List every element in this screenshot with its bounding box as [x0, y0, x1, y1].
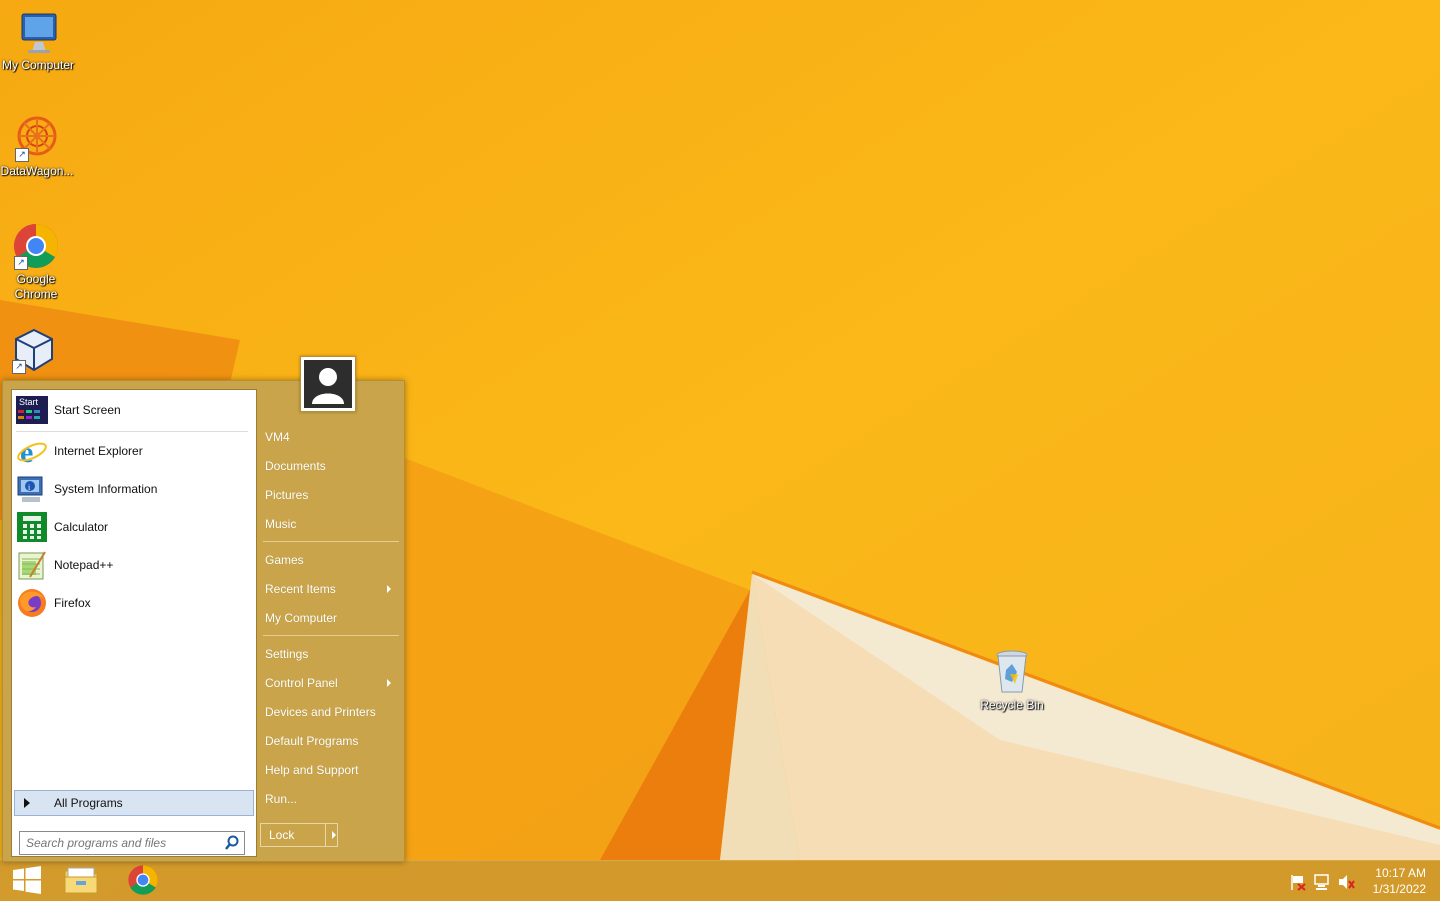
start-right-item-vm4[interactable]: VM4	[265, 426, 397, 448]
desktop-icon-label: Google Chrome	[14, 272, 58, 301]
start-right-item-control-panel[interactable]: Control Panel	[265, 672, 397, 694]
start-item-label: System Information	[54, 482, 158, 496]
search-programs-box[interactable]	[19, 831, 245, 855]
start-right-item-devices-and-printers[interactable]: Devices and Printers	[265, 701, 397, 723]
taskbar-start-button[interactable]	[0, 863, 54, 899]
submenu-arrow-icon	[387, 679, 391, 687]
start-right-item-label: Documents	[265, 459, 326, 473]
menu-separator	[263, 541, 399, 542]
desktop-icon-label: My Computer	[1, 58, 75, 72]
taskbar-chrome[interactable]	[116, 863, 170, 899]
action-center-flag-icon[interactable]	[1289, 873, 1307, 891]
start-menu: Start Start Screen e Internet Explorer i	[2, 380, 405, 862]
system-information-icon: i	[16, 473, 48, 505]
start-item-notepad-plus-plus[interactable]: Notepad++	[16, 548, 252, 582]
start-right-item-pictures[interactable]: Pictures	[265, 484, 397, 506]
start-right-item-label: Default Programs	[265, 734, 359, 748]
taskbar-file-explorer[interactable]	[54, 863, 108, 899]
datawagon-icon: ↗	[13, 114, 61, 162]
shortcut-arrow-icon: ↗	[12, 360, 26, 374]
clock-time: 10:17 AM	[1375, 866, 1426, 880]
start-item-system-information[interactable]: i System Information	[16, 472, 252, 506]
start-right-item-label: Recent Items	[265, 582, 336, 596]
all-programs-label: All Programs	[54, 796, 123, 810]
start-right-item-settings[interactable]: Settings	[265, 643, 397, 665]
start-menu-places-pane: VM4 Documents Pictures Music Games Recen…	[259, 381, 403, 859]
start-menu-programs-pane: Start Start Screen e Internet Explorer i	[11, 389, 257, 857]
submenu-arrow-icon	[387, 585, 391, 593]
start-right-item-label: Music	[265, 517, 297, 531]
clock-date: 1/31/2022	[1372, 882, 1426, 896]
start-item-internet-explorer[interactable]: e Internet Explorer	[16, 434, 252, 469]
notepad-plus-plus-icon	[16, 549, 48, 581]
windows-logo-icon	[12, 865, 42, 897]
folder-icon	[64, 865, 98, 898]
start-right-item-label: Devices and Printers	[265, 705, 376, 719]
desktop-icon-recycle-bin[interactable]: Recycle Bin	[974, 648, 1050, 713]
shortcut-arrow-icon: ↗	[15, 148, 29, 162]
user-account-picture[interactable]	[300, 356, 356, 412]
start-item-label: Notepad++	[54, 558, 114, 572]
start-right-item-my-computer[interactable]: My Computer	[265, 607, 397, 629]
start-right-item-label: Pictures	[265, 488, 309, 502]
taskbar-clock[interactable]: 10:17 AM 1/31/2022	[1356, 865, 1426, 897]
volume-muted-icon[interactable]	[1337, 873, 1355, 891]
user-avatar-icon	[304, 360, 352, 408]
chrome-icon	[127, 864, 159, 899]
start-right-item-help-and-support[interactable]: Help and Support	[265, 759, 397, 781]
lock-label[interactable]: Lock	[261, 824, 325, 846]
all-programs-button[interactable]: All Programs	[14, 790, 254, 816]
internet-explorer-icon: e	[16, 435, 48, 469]
start-item-calculator[interactable]: Calculator	[16, 510, 252, 544]
chrome-icon: ↗	[12, 222, 60, 270]
lock-button: Lock	[260, 823, 338, 847]
start-item-start-screen[interactable]: Start Start Screen	[16, 393, 252, 427]
start-right-item-default-programs[interactable]: Default Programs	[265, 730, 397, 752]
shutdown-options-arrow-icon[interactable]	[325, 824, 337, 846]
start-right-item-label: Settings	[265, 647, 309, 661]
start-item-label: Start Screen	[54, 403, 121, 417]
start-right-item-label: Run...	[265, 792, 298, 806]
desktop-icon-my-computer[interactable]: My Computer	[0, 8, 76, 73]
calculator-icon	[16, 511, 48, 543]
start-screen-icon-text: Start	[19, 397, 39, 407]
start-right-item-label: Control Panel	[265, 676, 338, 690]
computer-icon	[14, 8, 62, 56]
start-item-label: Internet Explorer	[54, 444, 143, 458]
recycle-bin-icon	[988, 648, 1036, 696]
start-item-label: Calculator	[54, 520, 109, 534]
desktop-icon-label: Recycle Bin	[980, 698, 1044, 712]
start-item-label: Firefox	[54, 596, 91, 610]
start-screen-icon: Start	[16, 394, 48, 426]
pinned-separator	[16, 431, 248, 432]
desktop-icon-virtualbox[interactable]: ↗	[0, 326, 72, 376]
taskbar: 10:17 AM 1/31/2022	[0, 860, 1440, 901]
start-right-item-recent-items[interactable]: Recent Items	[265, 578, 397, 600]
desktop-icon-label: DataWagon...	[0, 164, 74, 178]
start-right-item-music[interactable]: Music	[265, 513, 397, 535]
virtualbox-icon: ↗	[10, 326, 58, 374]
search-icon[interactable]	[223, 834, 241, 852]
network-icon[interactable]	[1313, 873, 1331, 891]
start-right-item-label: VM4	[265, 430, 290, 444]
start-item-firefox[interactable]: Firefox	[16, 586, 252, 620]
desktop-icon-datawagon[interactable]: ↗ DataWagon...	[0, 114, 75, 179]
expand-arrow-icon	[24, 798, 30, 808]
start-right-item-run[interactable]: Run...	[265, 788, 397, 810]
firefox-icon	[16, 587, 48, 619]
desktop-icon-google-chrome[interactable]: ↗ Google Chrome	[0, 222, 74, 302]
start-right-item-games[interactable]: Games	[265, 549, 397, 571]
start-right-item-label: Games	[265, 553, 304, 567]
start-right-item-label: My Computer	[265, 611, 338, 625]
menu-separator	[263, 635, 399, 636]
shortcut-arrow-icon: ↗	[14, 256, 28, 270]
start-right-item-label: Help and Support	[265, 763, 359, 777]
search-input[interactable]	[20, 835, 223, 851]
start-right-item-documents[interactable]: Documents	[265, 455, 397, 477]
